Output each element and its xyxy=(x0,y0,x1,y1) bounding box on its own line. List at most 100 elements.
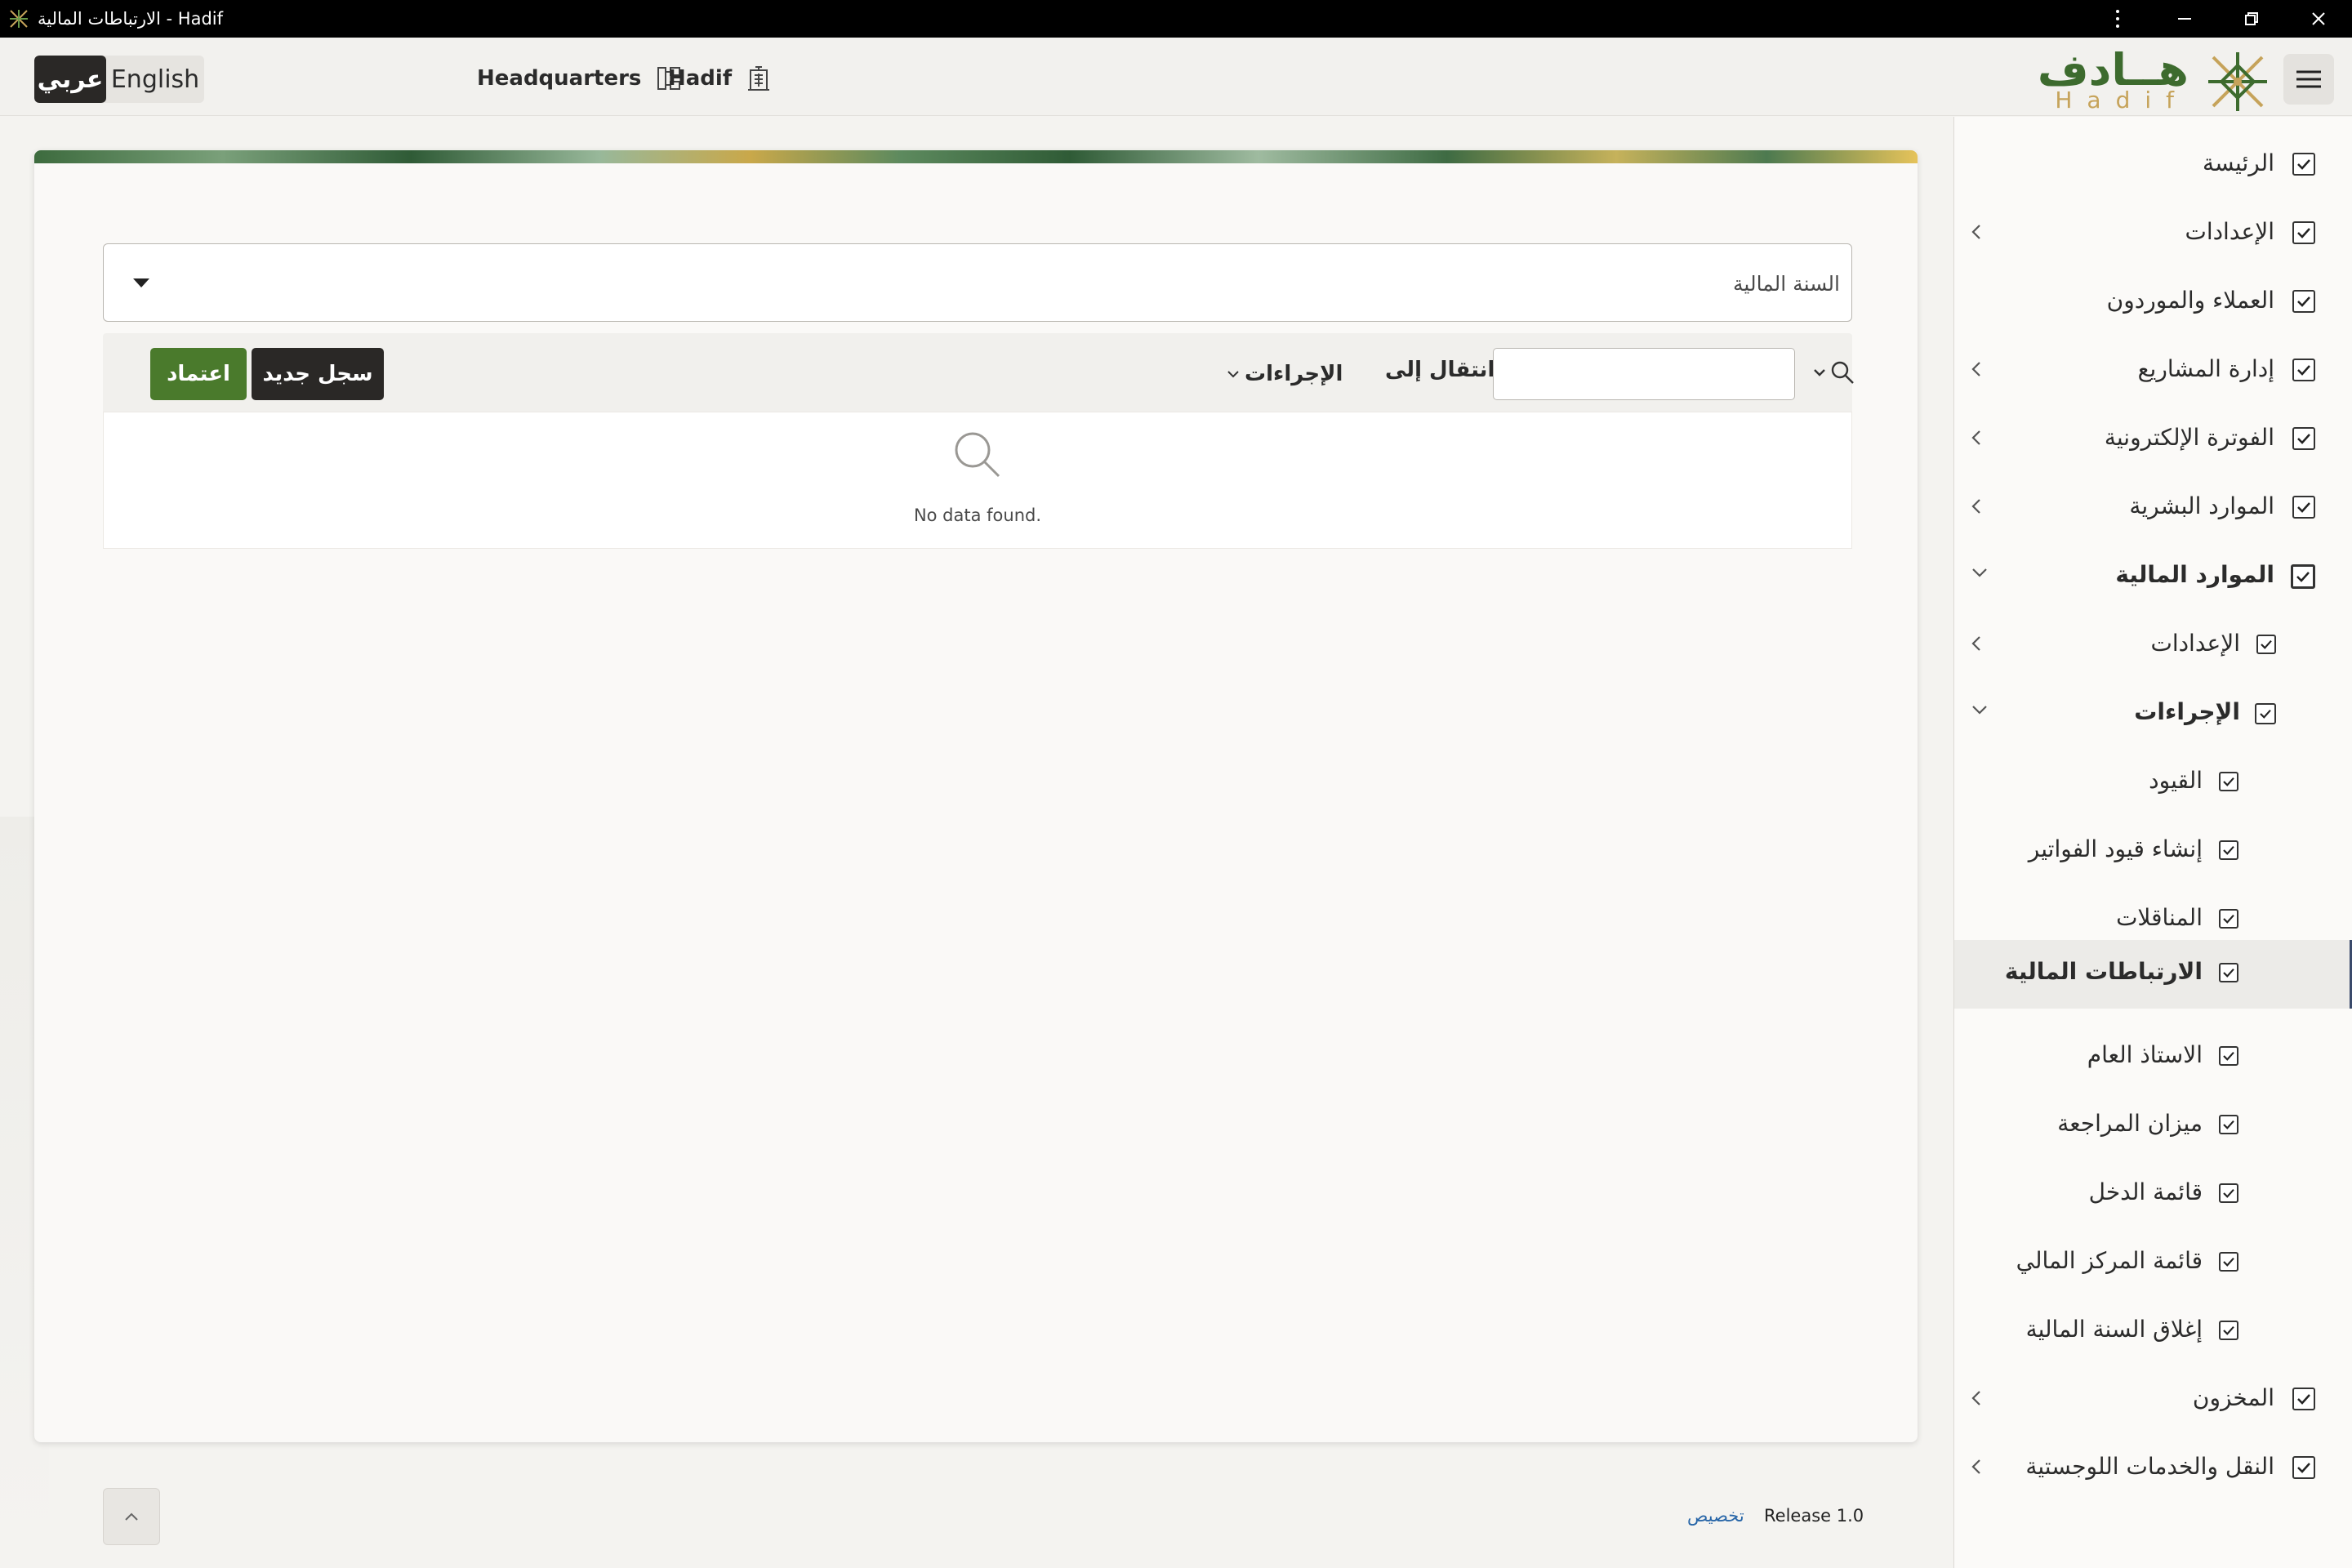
sidebar-item-label: ميزان المراجعة xyxy=(2057,1110,2203,1137)
chevron-left-icon xyxy=(1971,360,1982,381)
sidebar-item-invoice-entries[interactable]: إنشاء قيود الفواتير xyxy=(1954,819,2352,884)
close-window-button[interactable] xyxy=(2285,0,2352,38)
company-selector[interactable]: Hadif xyxy=(668,62,771,95)
building-icon xyxy=(748,66,770,91)
sidebar-item-inventory[interactable]: المخزون xyxy=(1954,1368,2352,1433)
search-input[interactable] xyxy=(1493,348,1795,400)
chevron-left-icon xyxy=(1971,1458,1982,1479)
hamburger-icon xyxy=(2296,70,2321,88)
checkbox-icon xyxy=(2219,963,2238,982)
no-data-message: No data found. xyxy=(913,506,1042,525)
search-column-selector[interactable] xyxy=(1813,354,1855,390)
branch-label: Headquarters xyxy=(477,66,642,91)
sidebar-item-label: قائمة المركز المالي xyxy=(2016,1247,2203,1274)
close-icon xyxy=(2312,12,2325,25)
sidebar-item-home[interactable]: الرئيسة xyxy=(1954,133,2352,198)
results-region: No data found. xyxy=(103,412,1852,549)
logo-mark-icon xyxy=(2208,52,2267,111)
app-header: عربي English Headquarters Hadif هــادف H… xyxy=(0,38,2352,116)
sidebar-item-close-fiscal-year[interactable]: إغلاق السنة المالية xyxy=(1954,1299,2352,1365)
sidebar-item-label: الاستاذ العام xyxy=(2087,1041,2203,1068)
sidebar-navigation: الرئيسة الإعدادات العملاء والموردون إدار… xyxy=(1953,117,2352,1568)
checkbox-icon xyxy=(2291,564,2315,589)
actions-label: الإجراءات xyxy=(1245,362,1343,386)
sidebar-item-human-resources[interactable]: الموارد البشرية xyxy=(1954,476,2352,541)
fiscal-year-select[interactable]: السنة المالية xyxy=(103,243,1852,322)
checkbox-icon xyxy=(2219,909,2238,929)
decorative-banner xyxy=(34,150,1918,163)
chevron-left-icon xyxy=(1971,635,1982,656)
fiscal-year-label: السنة المالية xyxy=(1733,272,1840,296)
sidebar-item-projects[interactable]: إدارة المشاريع xyxy=(1954,339,2352,404)
report-toolbar: اعتماد سجل جديد الإجراءات انتقال إلى xyxy=(103,333,1855,412)
sidebar-item-income-statement[interactable]: قائمة الدخل xyxy=(1954,1162,2352,1227)
sidebar-item-label: الموارد المالية xyxy=(2115,561,2274,588)
arabic-language-button[interactable]: عربي xyxy=(34,56,106,103)
sidebar-item-label: إغلاق السنة المالية xyxy=(2025,1316,2203,1343)
english-language-button[interactable]: English xyxy=(106,56,204,103)
minimize-button[interactable] xyxy=(2151,0,2218,38)
sidebar-item-financial-commitments[interactable]: الارتباطات المالية xyxy=(1954,940,2352,1009)
dropdown-caret-icon xyxy=(133,278,149,287)
checkbox-icon xyxy=(2256,635,2276,654)
sidebar-item-label: الإجراءات xyxy=(2134,698,2240,725)
sidebar-item-customers-suppliers[interactable]: العملاء والموردون xyxy=(1954,270,2352,336)
sidebar-item-label: المخزون xyxy=(2192,1384,2274,1411)
sidebar-item-trial-balance[interactable]: ميزان المراجعة xyxy=(1954,1094,2352,1159)
checkbox-icon xyxy=(2219,1321,2238,1340)
chevron-down-icon xyxy=(1971,566,1989,581)
chevron-left-icon xyxy=(1971,1389,1982,1410)
chevron-down-icon xyxy=(1814,369,1825,376)
new-record-button[interactable]: سجل جديد xyxy=(252,348,384,400)
branch-selector[interactable]: Headquarters xyxy=(477,62,682,95)
approve-button[interactable]: اعتماد xyxy=(150,348,247,400)
checkbox-icon xyxy=(2219,1183,2238,1203)
chevron-left-icon xyxy=(1971,223,1982,244)
more-options-button[interactable] xyxy=(2084,0,2151,38)
sidebar-item-label: القيود xyxy=(2149,767,2203,794)
sidebar-item-settings[interactable]: الإعدادات xyxy=(1954,202,2352,267)
sidebar-item-general-ledger[interactable]: الاستاذ العام xyxy=(1954,1025,2352,1090)
menu-toggle-button[interactable] xyxy=(2283,54,2334,105)
sidebar-item-e-invoicing[interactable]: الفوترة الإلكترونية xyxy=(1954,408,2352,473)
sidebar-item-logistics[interactable]: النقل والخدمات اللوجستية xyxy=(1954,1437,2352,1502)
chevron-left-icon xyxy=(1971,429,1982,450)
window-title-bar: الارتباطات المالية - Hadif xyxy=(0,0,2352,38)
sidebar-item-label: إدارة المشاريع xyxy=(2137,355,2274,382)
sidebar-item-balance-sheet[interactable]: قائمة المركز المالي xyxy=(1954,1231,2352,1296)
company-label: Hadif xyxy=(668,66,733,91)
checkbox-icon xyxy=(2219,1046,2238,1066)
scroll-to-top-button[interactable] xyxy=(103,1488,160,1545)
checkbox-icon xyxy=(2292,496,2315,519)
sidebar-item-finance[interactable]: الموارد المالية xyxy=(1954,545,2352,610)
sidebar-item-label: قائمة الدخل xyxy=(2088,1178,2203,1205)
chevron-down-icon xyxy=(1971,703,1989,719)
kebab-icon xyxy=(2116,10,2119,28)
checkbox-icon xyxy=(2292,427,2315,450)
checkbox-icon xyxy=(2292,221,2315,244)
sidebar-item-label: الإعدادات xyxy=(2150,630,2240,657)
sidebar-item-label: النقل والخدمات اللوجستية xyxy=(2025,1453,2274,1480)
sidebar-item-procedures[interactable]: الإجراءات xyxy=(1954,682,2352,747)
search-icon xyxy=(955,432,1000,478)
restore-button[interactable] xyxy=(2218,0,2285,38)
sidebar-item-journal-entries[interactable]: القيود xyxy=(1954,751,2352,816)
language-switch: عربي English xyxy=(34,56,204,103)
checkbox-icon xyxy=(2292,1456,2315,1479)
sidebar-item-label: الموارد البشرية xyxy=(2129,492,2274,519)
customize-link[interactable]: تخصيص xyxy=(1687,1506,1744,1526)
sidebar-item-finance-settings[interactable]: الإعدادات xyxy=(1954,613,2352,679)
sidebar-item-label: الارتباطات المالية xyxy=(2004,958,2203,985)
sidebar-item-label: الفوترة الإلكترونية xyxy=(2104,424,2274,451)
checkbox-icon xyxy=(2292,359,2315,381)
main-content-card: السنة المالية اعتماد سجل جديد الإجراءات … xyxy=(34,150,1918,1442)
checkbox-icon xyxy=(2292,290,2315,313)
logo-english-text: Hadif xyxy=(2055,87,2189,114)
checkbox-icon xyxy=(2219,840,2238,860)
goto-button[interactable]: انتقال إلى xyxy=(1385,358,1494,382)
hadif-logo: هــادف Hadif xyxy=(2038,44,2270,114)
restore-icon xyxy=(2245,12,2258,25)
checkbox-icon xyxy=(2219,772,2238,791)
actions-menu[interactable]: الإجراءات xyxy=(1227,358,1343,390)
sidebar-item-label: العملاء والموردون xyxy=(2106,287,2274,314)
